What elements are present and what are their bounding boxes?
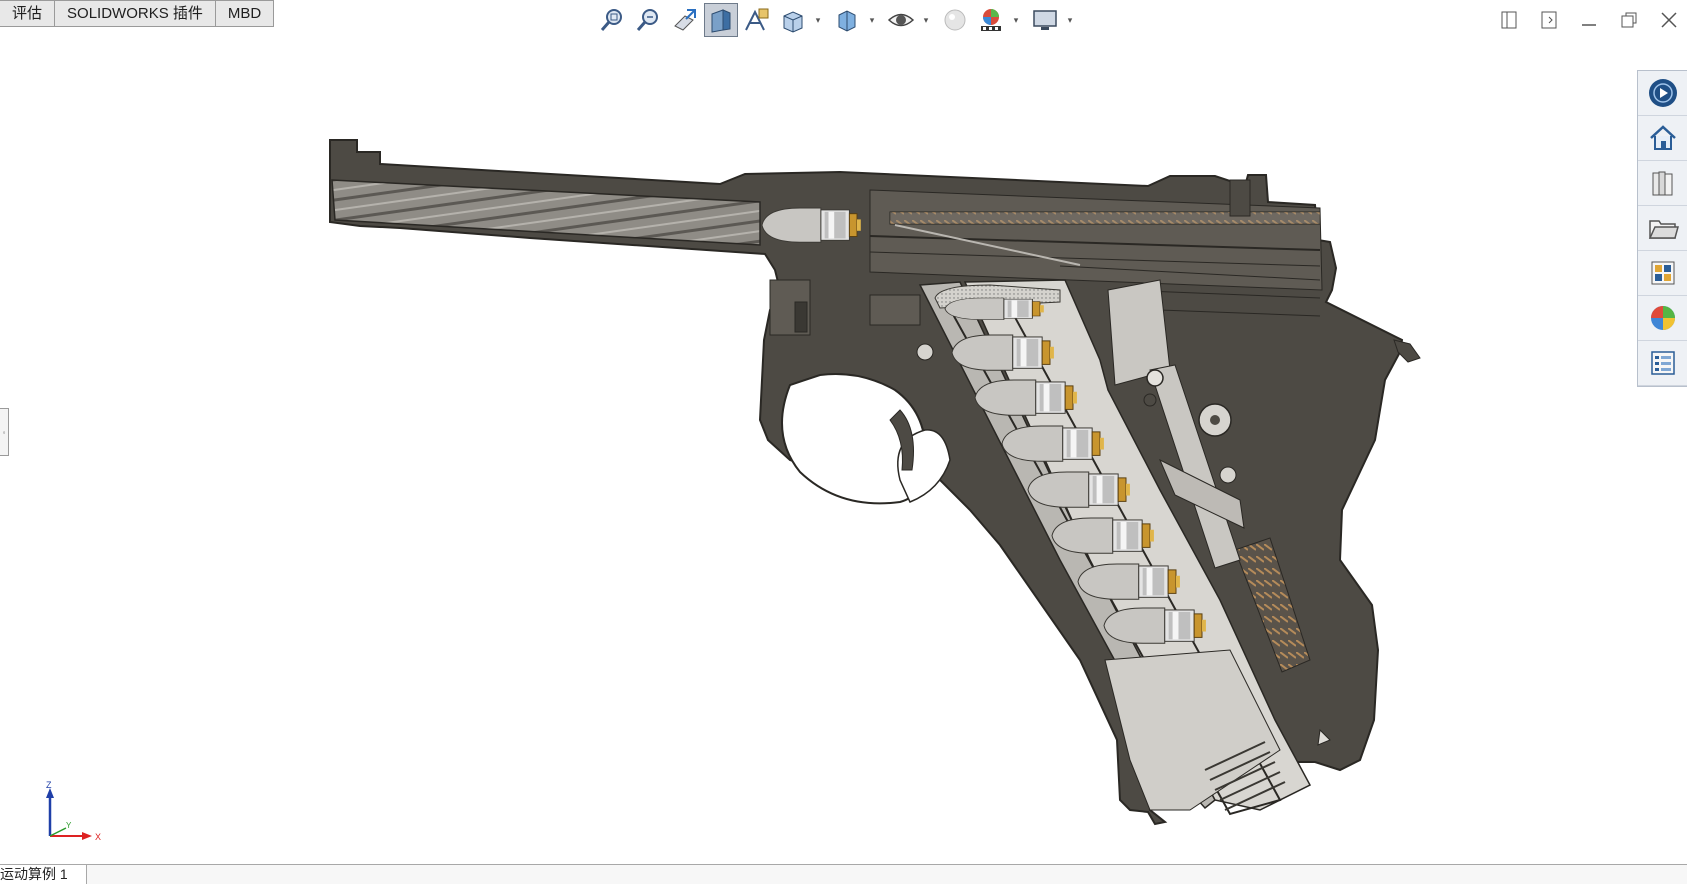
view-orientation-icon[interactable]	[776, 3, 810, 37]
previous-view-icon[interactable]	[668, 3, 702, 37]
bottom-tab-bar: 运动算例 1	[0, 864, 1687, 884]
apply-scene-dropdown-icon[interactable]: ▾	[1010, 3, 1022, 37]
zoom-to-area-icon[interactable]	[632, 3, 666, 37]
display-style-dropdown-icon[interactable]: ▾	[866, 3, 878, 37]
tab-motion-study-1[interactable]: 运动算例 1	[0, 865, 87, 884]
triad-x-label: X	[95, 832, 101, 842]
triad-y-label: Y	[66, 821, 72, 830]
triad-z-label: Z	[46, 780, 52, 790]
hide-show-items-icon[interactable]	[884, 3, 918, 37]
edit-appearance-icon[interactable]	[938, 3, 972, 37]
restore-icon[interactable]	[1611, 4, 1647, 36]
view-settings-dropdown-icon[interactable]: ▾	[1064, 3, 1076, 37]
solidworks-window: 评估 SOLIDWORKS 插件 MBD ▾ ▾ ▾ ▾ ▾ ◦ Z Y X 运…	[0, 0, 1687, 884]
pistol-section-model	[329, 139, 1421, 826]
minimize-icon[interactable]	[1571, 4, 1607, 36]
view-orientation-dropdown-icon[interactable]: ▾	[812, 3, 824, 37]
display-style-icon[interactable]	[830, 3, 864, 37]
tab-mbd[interactable]: MBD	[216, 1, 273, 26]
graphics-area[interactable]: Z Y X	[0, 40, 1687, 864]
apply-scene-icon[interactable]	[974, 3, 1008, 37]
dynamic-annotation-view-icon[interactable]	[740, 3, 774, 37]
section-view-icon[interactable]	[704, 3, 738, 37]
heads-up-view-toolbar: ▾ ▾ ▾ ▾ ▾	[596, 2, 1080, 38]
tab-evaluate[interactable]: 评估	[0, 1, 56, 26]
view-settings-icon[interactable]	[1028, 3, 1062, 37]
tile-left-icon[interactable]	[1491, 4, 1527, 36]
coordinate-triad: Z Y X	[36, 780, 106, 846]
window-controls	[1491, 4, 1687, 36]
hide-show-dropdown-icon[interactable]: ▾	[920, 3, 932, 37]
command-manager-tabs: 评估 SOLIDWORKS 插件 MBD	[0, 0, 275, 27]
tile-right-icon[interactable]	[1531, 4, 1567, 36]
tab-solidworks-addins[interactable]: SOLIDWORKS 插件	[55, 1, 216, 26]
close-icon[interactable]	[1651, 4, 1687, 36]
zoom-to-fit-icon[interactable]	[596, 3, 630, 37]
